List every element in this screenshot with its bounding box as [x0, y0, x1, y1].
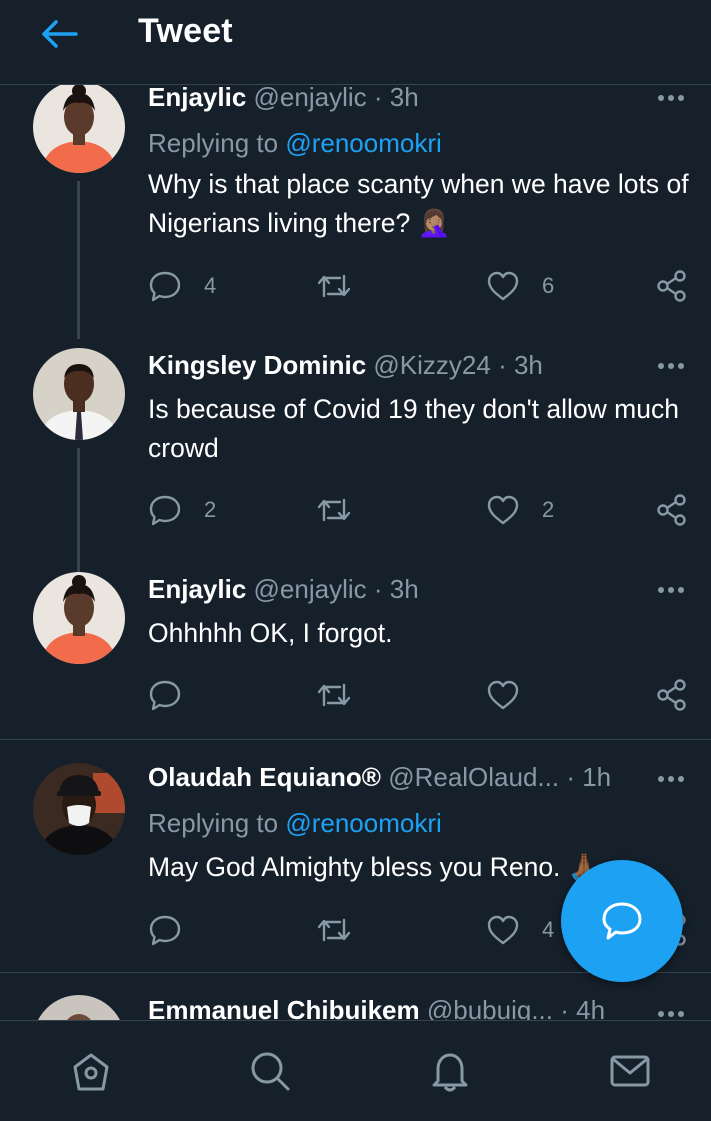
- like-count: 2: [542, 497, 555, 522]
- more-dots-icon[interactable]: [655, 1007, 687, 1020]
- tweet-text: Why is that place scanty when we have lo…: [148, 169, 689, 238]
- home-icon[interactable]: [69, 1049, 113, 1093]
- display-name[interactable]: Enjaylic: [148, 574, 246, 604]
- more-dots-icon[interactable]: [655, 91, 687, 105]
- tweet-header: Enjaylic @enjaylic · 3h: [148, 574, 419, 605]
- avatar[interactable]: [33, 995, 125, 1020]
- tweet-header: Kingsley Dominic @Kizzy24 · 3h: [148, 350, 543, 381]
- more-dots-icon[interactable]: [655, 583, 687, 597]
- share-icon: [657, 494, 686, 526]
- more-dots-icon[interactable]: [655, 772, 687, 786]
- tweet-header: Olaudah Equiano® @RealOlaud... · 1h: [148, 762, 611, 793]
- tweet-header: Emmanuel Chibuikem @bubuig... · 4h: [148, 995, 605, 1020]
- replying-to: Replying to @renoomokri: [148, 128, 442, 159]
- reply-count: 2: [204, 497, 217, 522]
- arrow-left-icon[interactable]: [38, 14, 82, 54]
- display-name[interactable]: Emmanuel Chibuikem: [148, 995, 420, 1020]
- compose-reply-icon: [602, 902, 642, 940]
- divider: [0, 739, 711, 740]
- search-icon[interactable]: [248, 1049, 292, 1093]
- tweet-actions: 4 6: [148, 269, 693, 303]
- more-dots-icon[interactable]: [655, 359, 687, 373]
- heart-icon: [487, 680, 519, 710]
- display-name[interactable]: Olaudah Equiano®: [148, 762, 381, 792]
- compose-reply-button[interactable]: [561, 860, 683, 982]
- retweet-icon: [317, 683, 351, 707]
- replying-to-label: Replying to: [148, 808, 286, 838]
- replying-to: Replying to @renoomokri: [148, 808, 442, 839]
- display-name[interactable]: Enjaylic: [148, 85, 246, 112]
- top-bar: Tweet: [0, 0, 711, 85]
- bell-icon[interactable]: [428, 1049, 472, 1093]
- retweet-icon: [317, 918, 351, 942]
- tweet-actions: 2 2: [148, 493, 693, 527]
- timestamp: · 3h: [373, 85, 419, 112]
- retweet-icon: [317, 274, 351, 298]
- replying-to-label: Replying to: [148, 128, 286, 158]
- tweet-actions: [148, 678, 693, 712]
- mention-link[interactable]: @renoomokri: [285, 128, 441, 158]
- speech-bubble-icon: [149, 915, 181, 946]
- bottom-nav: [0, 1020, 711, 1121]
- heart-icon: [487, 495, 519, 525]
- retweet-icon: [317, 498, 351, 522]
- mention-link[interactable]: @renoomokri: [285, 808, 441, 838]
- heart-icon: [487, 915, 519, 945]
- timestamp: · 1h: [566, 762, 612, 792]
- tweet-text: Is because of Covid 19 they don't allow …: [148, 394, 679, 463]
- avatar[interactable]: [33, 572, 125, 664]
- handle[interactable]: @Kizzy24: [373, 350, 490, 380]
- timestamp: · 3h: [498, 350, 543, 380]
- tweet-header: Enjaylic @enjaylic · 3h: [148, 85, 419, 113]
- handle[interactable]: @bubuig...: [427, 995, 553, 1020]
- handle[interactable]: @enjaylic: [254, 574, 367, 604]
- timestamp: · 3h: [373, 574, 419, 604]
- share-icon: [657, 270, 686, 302]
- display-name[interactable]: Kingsley Dominic: [148, 350, 366, 380]
- tweet-text: Ohhhhh OK, I forgot.: [148, 618, 393, 648]
- handle[interactable]: @enjaylic: [254, 85, 367, 112]
- mail-icon[interactable]: [608, 1049, 652, 1093]
- heart-icon: [487, 271, 519, 301]
- reply-count: 4: [204, 273, 217, 298]
- speech-bubble-icon: [149, 495, 181, 526]
- handle[interactable]: @RealOlaud...: [388, 762, 559, 792]
- speech-bubble-icon: [149, 271, 181, 302]
- avatar[interactable]: [33, 85, 125, 173]
- thread-connector: [77, 448, 80, 574]
- page-title: Tweet: [138, 12, 233, 50]
- timestamp: · 4h: [560, 995, 606, 1020]
- avatar[interactable]: [33, 348, 125, 440]
- share-icon: [657, 679, 686, 711]
- thread-connector: [77, 181, 80, 339]
- speech-bubble-icon: [149, 680, 181, 711]
- like-count: 6: [542, 273, 555, 298]
- avatar[interactable]: [33, 763, 125, 855]
- like-count: 4: [542, 917, 555, 942]
